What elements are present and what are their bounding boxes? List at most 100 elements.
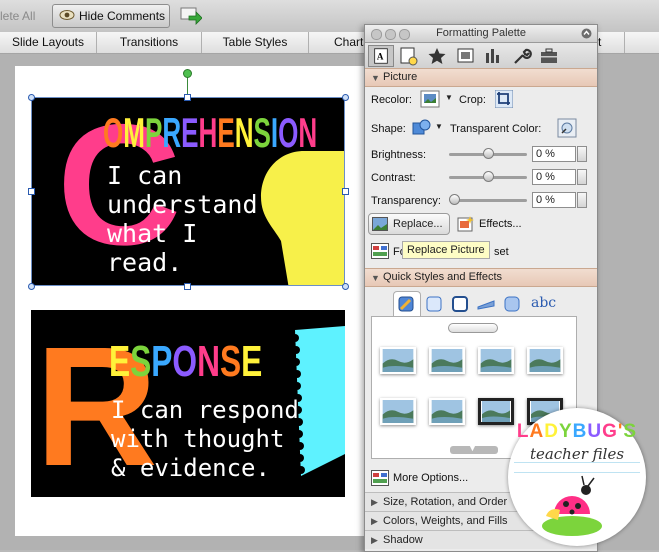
shape-label: Shape: [371, 123, 406, 135]
replace-button[interactable]: Replace... [368, 213, 450, 235]
transparency-label: Transparency: [371, 195, 441, 207]
resize-handle[interactable] [342, 94, 349, 101]
shape-style-icon[interactable] [425, 295, 443, 313]
disclosure-triangle-icon: ▼ [371, 73, 380, 83]
brightness-slider-knob[interactable] [483, 148, 494, 159]
selection-frame [31, 97, 345, 286]
text-style-label[interactable]: abc [531, 295, 556, 311]
send-arrow-icon[interactable] [180, 6, 202, 26]
ladybug-teacher-files-logo: LADYBUG'S teacher files [508, 408, 646, 546]
recolor-picker-icon[interactable] [420, 90, 440, 108]
title-letter: S [219, 337, 242, 386]
palette-titlebar[interactable]: Formatting Palette [365, 25, 597, 43]
recolor-dropdown-arrow-icon[interactable]: ▼ [445, 93, 453, 102]
contrast-slider-knob[interactable] [483, 171, 494, 182]
disclosure-triangle-icon: ▼ [371, 273, 380, 283]
resize-handle[interactable] [342, 283, 349, 290]
transparency-field[interactable]: 0 % [532, 192, 576, 208]
picture-section-header[interactable]: ▼ Picture [365, 68, 597, 87]
quick-style-thumbnail[interactable] [478, 347, 514, 374]
outline-style-icon[interactable] [451, 295, 469, 313]
transparency-slider-knob[interactable] [449, 194, 460, 205]
gallery-scroll-down[interactable]: ▼ [450, 443, 498, 454]
tab-slide-layouts[interactable]: Slide Layouts [0, 32, 97, 53]
shape-dropdown-arrow-icon[interactable]: ▼ [435, 122, 443, 131]
3d-style-icon[interactable] [503, 295, 521, 313]
title-letter: E [241, 337, 263, 386]
brightness-label: Brightness: [371, 149, 427, 161]
toolbox-icon[interactable] [536, 45, 562, 67]
crop-icon[interactable] [495, 90, 513, 108]
title-letter: E [109, 337, 131, 386]
ladybug-icon [542, 475, 602, 536]
resize-handle[interactable] [184, 94, 191, 101]
insert-object-icon[interactable] [396, 45, 422, 67]
gallery-scroll-up[interactable] [448, 323, 498, 333]
logo-subtitle: teacher files [529, 445, 625, 463]
resize-handle[interactable] [184, 283, 191, 290]
picture-styles-icon[interactable] [397, 295, 415, 313]
reset-label[interactable]: set [494, 246, 509, 258]
tab-table-styles[interactable]: Table Styles [202, 32, 309, 53]
palette-title: Formatting Palette [436, 27, 526, 39]
wrench-icon[interactable] [508, 45, 534, 67]
more-options-icon[interactable] [371, 470, 389, 486]
effects-icon[interactable] [457, 215, 475, 233]
colors-weights-fills-label: Colors, Weights, and Fills [383, 515, 508, 527]
effects-label[interactable]: Effects... [479, 218, 522, 230]
shape-picker-icon[interactable] [411, 118, 433, 138]
tab-transitions[interactable]: Transitions [97, 32, 202, 53]
brightness-stepper[interactable] [577, 146, 587, 162]
resize-handle[interactable] [28, 188, 35, 195]
body-line: with thought [111, 425, 285, 453]
response-body: I can respond with thought & evidence. [111, 396, 299, 483]
brightness-field[interactable]: 0 % [532, 146, 576, 162]
text-formatting-icon[interactable]: A [368, 45, 394, 67]
response-title: ESPONSE [109, 338, 262, 386]
title-letter: O [172, 337, 198, 386]
transparency-stepper[interactable] [577, 192, 587, 208]
crop-label: Crop: [459, 94, 486, 106]
contrast-stepper[interactable] [577, 169, 587, 185]
quick-styles-section-header[interactable]: ▼ Quick Styles and Effects [365, 268, 597, 287]
palette-icon-tabs: A [365, 43, 597, 70]
format-picture-icon[interactable] [371, 243, 389, 259]
size-rotation-order-label: Size, Rotation, and Order [383, 496, 508, 508]
title-letter: N [197, 337, 220, 386]
slides-icon[interactable] [452, 45, 478, 67]
resize-handle[interactable] [28, 94, 35, 101]
contrast-label: Contrast: [371, 172, 416, 184]
eye-icon [59, 10, 75, 20]
quick-styles-section-label: Quick Styles and Effects [383, 271, 503, 283]
transparent-color-label: Transparent Color: [450, 123, 542, 135]
disclosure-triangle-icon: ▶ [371, 497, 378, 507]
transparent-color-icon[interactable] [557, 118, 577, 138]
resize-handle[interactable] [342, 188, 349, 195]
shadow-label: Shadow [383, 534, 423, 546]
disclosure-triangle-icon: ▶ [371, 535, 378, 545]
transparency-slider[interactable] [453, 199, 527, 202]
disclosure-triangle-icon: ▶ [371, 516, 378, 526]
rotation-handle[interactable] [183, 69, 192, 78]
quick-style-thumbnail[interactable] [380, 347, 416, 374]
quick-style-thumbnail[interactable] [380, 398, 416, 425]
body-line: I can respond [111, 396, 299, 424]
replace-label: Replace... [393, 218, 443, 230]
collapse-palette-icon[interactable] [581, 28, 592, 39]
quick-style-thumbnail[interactable] [429, 347, 465, 374]
quick-style-thumbnail[interactable] [527, 347, 563, 374]
tab-partial[interactable]: rt [594, 32, 625, 53]
response-card[interactable]: R ESPONSE I can respond with thought & e… [31, 310, 345, 497]
replace-picture-tooltip: Replace Picture [402, 241, 490, 259]
picture-section-label: Picture [383, 71, 418, 83]
quick-style-thumbnail[interactable] [429, 398, 465, 425]
delete-all-button[interactable]: lete All [0, 9, 35, 23]
resize-handle[interactable] [28, 283, 35, 290]
line-style-icon[interactable] [477, 295, 495, 313]
hide-comments-button[interactable]: Hide Comments [52, 4, 170, 28]
title-letter: P [151, 337, 173, 386]
contrast-field[interactable]: 0 % [532, 169, 576, 185]
styles-star-icon[interactable] [424, 45, 450, 67]
more-options-label[interactable]: More Options... [393, 472, 468, 484]
chart-icon[interactable] [480, 45, 506, 67]
